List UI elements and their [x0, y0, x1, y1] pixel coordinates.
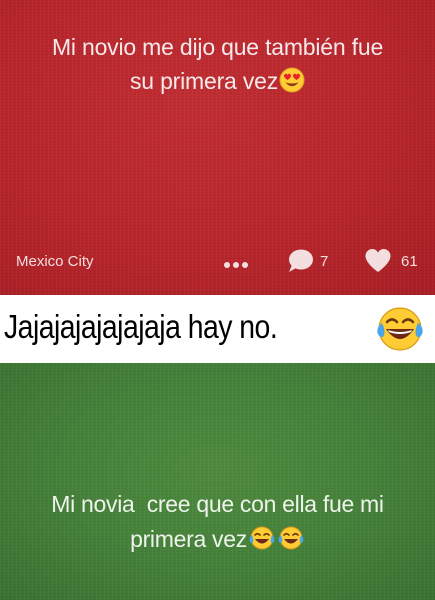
heart-eyes-emoji-icon	[279, 67, 305, 102]
tears-of-joy-emoji-icon	[248, 525, 276, 561]
bottom-post-card: Mi novia cree que con ella fue mi primer…	[0, 363, 435, 600]
tears-of-joy-emoji-icon	[277, 525, 305, 561]
texture-overlay	[0, 363, 435, 600]
tears-of-joy-emoji-icon	[374, 303, 426, 358]
more-options-icon[interactable]	[223, 256, 249, 268]
top-post-text: Mi novio me dijo que también fue su prim…	[20, 30, 415, 102]
comment-count: 7	[320, 253, 329, 270]
comment-bubble-icon[interactable]	[287, 248, 314, 277]
caption-text: Jajajajajajajaja hay no.	[4, 308, 278, 345]
top-post-line2: su primera vez	[129, 68, 279, 94]
heart-icon[interactable]	[364, 248, 392, 277]
top-post-meta-bar: Mexico City 7 61	[0, 242, 435, 282]
bottom-post-text: Mi novia cree que con ella fue mi primer…	[20, 487, 415, 561]
top-post-line1: Mi novio me dijo que también fue	[51, 34, 384, 60]
like-count: 61	[401, 253, 418, 270]
location-label: Mexico City	[16, 253, 94, 270]
top-post-card: Mi novio me dijo que también fue su prim…	[0, 0, 435, 295]
bottom-post-line1: Mi novia cree que con ella fue mi	[51, 491, 384, 517]
caption-bar: Jajajajajajajaja hay no.	[0, 295, 435, 363]
bottom-post-line2: primera vez	[130, 526, 247, 552]
